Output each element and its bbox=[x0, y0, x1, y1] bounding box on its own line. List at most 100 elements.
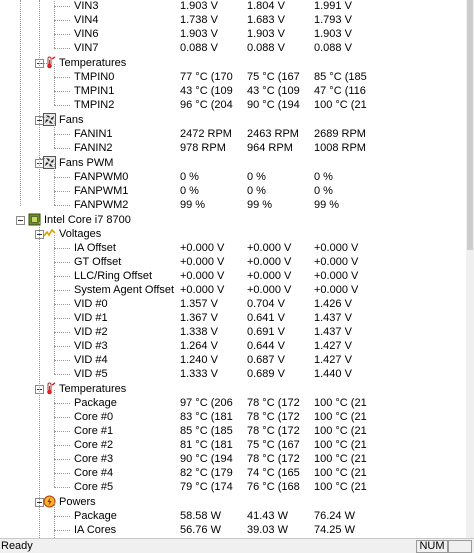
value-current: 1.240 V bbox=[180, 354, 218, 366]
sensor-name: VID #5 bbox=[74, 368, 108, 380]
value-max: +0.000 V bbox=[314, 242, 359, 254]
value-min: +0.000 V bbox=[247, 270, 292, 282]
value-max: 74.25 W bbox=[314, 524, 355, 536]
value-max: 1.991 V bbox=[314, 0, 352, 12]
value-min: 39.03 W bbox=[247, 524, 288, 536]
value-min: 0 % bbox=[247, 185, 266, 197]
tree-connector bbox=[54, 503, 55, 538]
value-max: 100 °C (21 bbox=[314, 397, 367, 409]
sensor-name: FANIN1 bbox=[74, 128, 113, 140]
tree-connector bbox=[54, 20, 70, 21]
value-min: 0.704 V bbox=[247, 298, 285, 310]
tree-connector bbox=[54, 390, 55, 487]
value-max: 2689 RPM bbox=[314, 128, 366, 140]
value-max: 100 °C (21 bbox=[314, 99, 367, 111]
sensor-name: Package bbox=[74, 397, 117, 409]
tree-connector bbox=[39, 117, 49, 118]
value-min: 1.683 V bbox=[247, 14, 285, 26]
value-max: 1.440 V bbox=[314, 368, 352, 380]
value-min: 74 °C (165 bbox=[247, 467, 300, 479]
value-min: 75 °C (167 bbox=[247, 71, 300, 83]
value-max: 1.437 V bbox=[314, 312, 352, 324]
value-max: 100 °C (21 bbox=[314, 453, 367, 465]
sensor-tree[interactable]: VIN3 1.903 V 1.804 V 1.991 V VIN4 1.738 V 1.68… bbox=[0, 0, 466, 538]
value-min: 76 °C (168 bbox=[247, 481, 300, 493]
value-max: 0 % bbox=[314, 185, 333, 197]
tree-connector bbox=[54, 374, 70, 375]
tree-connector bbox=[54, 64, 55, 105]
value-min: 99 % bbox=[247, 199, 273, 211]
value-current: 43 °C (109 bbox=[180, 85, 233, 97]
sensor-name: FANPWM1 bbox=[74, 185, 129, 197]
value-min: 78 °C (172 bbox=[247, 425, 300, 437]
tree-connector bbox=[54, 431, 70, 432]
tree-connector bbox=[39, 63, 49, 64]
value-min: 0.644 V bbox=[247, 340, 285, 352]
value-min: 78 °C (172 bbox=[247, 453, 300, 465]
sensor-name: Core #2 bbox=[74, 439, 114, 451]
value-current: 0 % bbox=[180, 185, 199, 197]
vertical-scrollbar[interactable] bbox=[466, 0, 474, 538]
value-min: 1.804 V bbox=[247, 0, 285, 12]
value-max: 1008 RPM bbox=[314, 142, 366, 154]
value-current: 1.903 V bbox=[180, 28, 218, 40]
sensor-name: TMPIN2 bbox=[74, 99, 115, 111]
value-max: 100 °C (21 bbox=[314, 425, 367, 437]
value-max: 100 °C (21 bbox=[314, 439, 367, 451]
value-current: 90 °C (194 bbox=[180, 453, 233, 465]
sensor-name: Core #0 bbox=[74, 411, 114, 423]
tree-connector bbox=[54, 473, 70, 474]
value-min: 43 °C (109 bbox=[247, 85, 300, 97]
status-bar: Ready NUM bbox=[0, 538, 474, 553]
node-label: Intel Core i7 8700 bbox=[44, 214, 131, 226]
tree-connector bbox=[54, 248, 70, 249]
value-min: 78 °C (172 bbox=[247, 411, 300, 423]
tree-connector bbox=[54, 530, 70, 531]
value-current: +0.000 V bbox=[180, 256, 225, 268]
sensor-name: VID #2 bbox=[74, 326, 108, 338]
sensor-name: VID #0 bbox=[74, 298, 108, 310]
value-max: 100 °C (21 bbox=[314, 481, 367, 493]
value-current: 96 °C (204 bbox=[180, 99, 233, 111]
value-max: +0.000 V bbox=[314, 270, 359, 282]
value-max: 76.24 W bbox=[314, 510, 355, 522]
sensor-name: FANPWM2 bbox=[74, 199, 129, 211]
sensor-name: LLC/Ring Offset bbox=[74, 270, 153, 282]
value-min: 0.687 V bbox=[247, 354, 285, 366]
collapse-toggle[interactable] bbox=[16, 216, 25, 225]
tree-connector bbox=[54, 164, 55, 205]
value-current: 1.338 V bbox=[180, 326, 218, 338]
value-min: 0 % bbox=[247, 171, 266, 183]
tree-connector bbox=[54, 318, 70, 319]
sensor-name: Core #4 bbox=[74, 467, 114, 479]
tree-connector bbox=[54, 403, 70, 404]
value-min: 90 °C (194 bbox=[247, 99, 300, 111]
tree-connector bbox=[54, 34, 70, 35]
value-current: 79 °C (174 bbox=[180, 481, 233, 493]
value-max: 1.426 V bbox=[314, 298, 352, 310]
value-max: 1.427 V bbox=[314, 340, 352, 352]
value-current: 81 °C (181 bbox=[180, 439, 233, 451]
tree-connector bbox=[54, 48, 70, 49]
value-max: 1.903 V bbox=[314, 28, 352, 40]
sensor-name: VID #1 bbox=[74, 312, 108, 324]
tree-connector bbox=[54, 459, 70, 460]
value-current: +0.000 V bbox=[180, 242, 225, 254]
tree-connector bbox=[54, 417, 70, 418]
value-min: 0.088 V bbox=[247, 42, 285, 54]
node-label: Voltages bbox=[59, 228, 102, 240]
tree-connector bbox=[54, 205, 70, 206]
value-current: 58.58 W bbox=[180, 510, 221, 522]
value-current: 99 % bbox=[180, 199, 206, 211]
tree-connector bbox=[54, 304, 70, 305]
scrollbar-thumb[interactable] bbox=[467, 0, 473, 250]
sensor-name: Package bbox=[74, 510, 117, 522]
value-max: 99 % bbox=[314, 199, 340, 211]
value-current: 0.088 V bbox=[180, 42, 218, 54]
value-min: 41.43 W bbox=[247, 510, 288, 522]
num-lock-indicator: NUM bbox=[416, 540, 448, 553]
value-current: 77 °C (170 bbox=[180, 71, 233, 83]
value-max: 1.793 V bbox=[314, 14, 352, 26]
tree-connector bbox=[54, 262, 70, 263]
sensor-name: Core #3 bbox=[74, 453, 114, 465]
